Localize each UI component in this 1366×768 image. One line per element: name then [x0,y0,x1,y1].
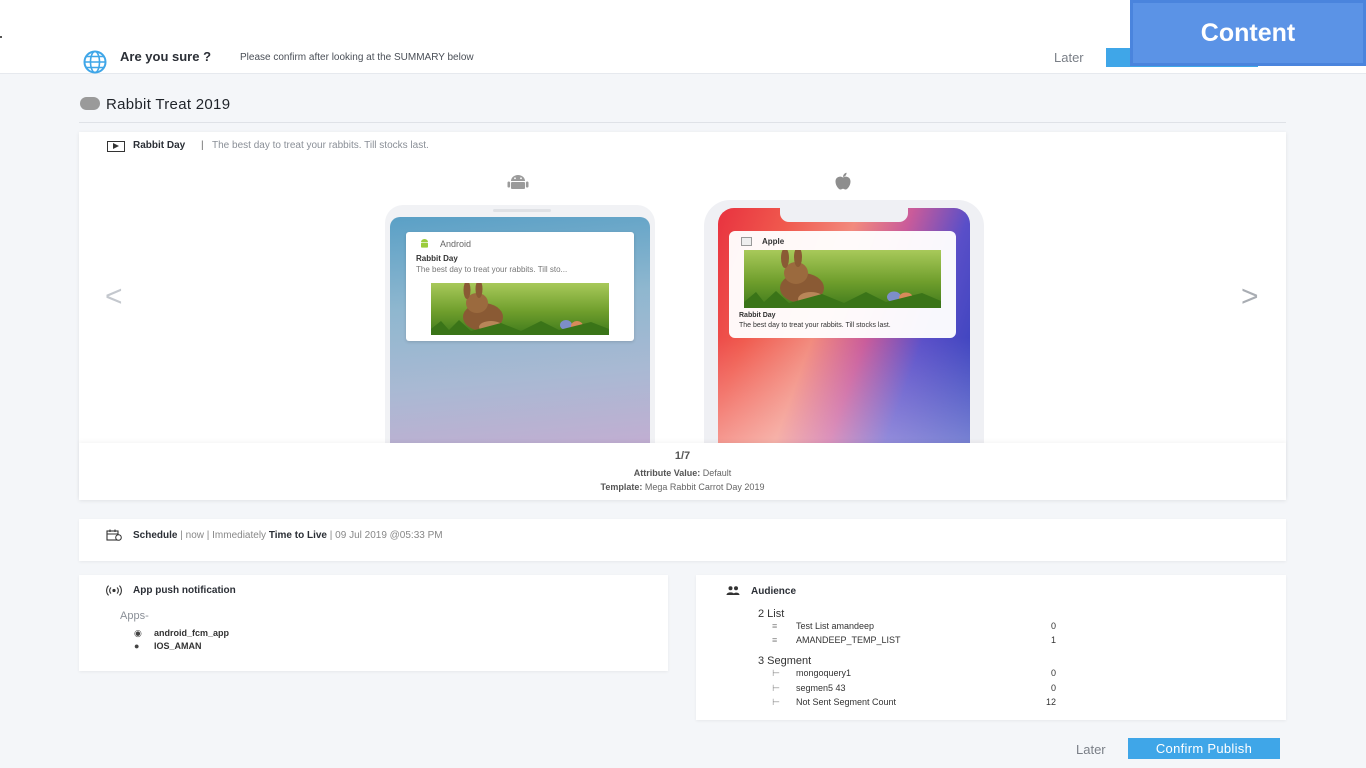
app-item: ◉ android_fcm_app [134,628,229,639]
rabbit-image [744,250,941,308]
ios-app-name: Apple [762,237,785,246]
android-icon: ◉ [134,628,142,638]
app-item: ● IOS_AMAN [134,641,202,651]
status-dot [80,97,100,110]
calendar-icon [106,529,122,541]
segment-name: Not Sent Segment Count [796,697,897,707]
next-arrow[interactable]: > [1241,280,1259,314]
segment-icon: ⊢ [772,683,780,693]
app-name: IOS_AMAN [154,641,202,651]
schedule-card: Schedule | now | Immediately Time to Liv… [79,519,1286,561]
campaign-title: Rabbit Treat 2019 [106,96,231,113]
later-link[interactable]: Later [1054,50,1084,65]
app-small-icon [741,237,752,246]
separator: | [180,530,183,541]
audience-card: Audience 2 List ≡ Test List amandeep 0 ≡… [696,575,1286,720]
android-notification: Android Rabbit Day The best day to treat… [406,232,634,341]
ttl-label: Time to Live [268,530,327,541]
android-icon [507,175,529,189]
divider [79,122,1286,123]
android-notif-body: The best day to treat your rabbits. Till… [416,265,568,274]
schedule-when: now | Immediately [185,530,267,541]
android-phone-preview: Android Rabbit Day The best day to treat… [385,205,655,443]
list-item: ≡ AMANDEEP_TEMP_LIST 1 [772,635,1056,647]
content-tag: Content [1130,0,1366,66]
ios-phone-preview: Apple Rabbit Day The best day to treat y… [704,200,984,443]
app-push-card: App push notification Apps- ◉ android_fcm… [79,575,668,671]
broadcast-icon [106,585,122,596]
apps-label: Apps- [120,610,149,622]
schedule-summary: Schedule | now | Immediately Time to Liv… [133,530,443,541]
audience-title: Audience [751,586,797,597]
app-name: android_fcm_app [154,628,230,638]
template-label: Template: [600,482,643,492]
list-name: Test List amandeep [796,621,875,631]
separator: | [201,140,204,151]
list-heading: 2 List [758,608,785,620]
list-count: 0 [1050,621,1056,631]
android-screen: Android Rabbit Day The best day to treat… [390,217,650,443]
page-count: 1/7 [674,450,691,462]
list-icon: ≡ [772,621,778,631]
apple-icon [835,172,851,190]
top-bar: Are you sure ? Please confirm after look… [0,0,1366,74]
android-small-icon [421,239,428,248]
template-value: Mega Rabbit Carrot Day 2019 [644,482,765,492]
confirm-title: Are you sure ? [120,49,212,64]
attribute-label: Attribute Value: [633,468,701,478]
apple-icon: ● [134,641,140,651]
segment-name: segmen5 43 [796,683,846,693]
schedule-label: Schedule [133,530,178,541]
segment-item: ⊢ segmen5 43 0 [772,683,1056,695]
phone-speaker [493,209,551,212]
attribute-value: Default [702,468,732,478]
later-link[interactable]: Later [1076,742,1106,757]
confirm-subtitle: Please confirm after looking at the SUMM… [240,52,474,63]
segment-icon: ⊢ [772,697,780,707]
segment-name: mongoquery1 [796,668,852,678]
list-name: AMANDEEP_TEMP_LIST [796,635,901,645]
ios-notification: Apple Rabbit Day The best day to treat y… [729,231,956,338]
message-title: Rabbit Day [133,140,186,151]
segment-count: 0 [1050,668,1056,678]
segment-heading: 3 Segment [758,655,812,667]
phone-notch [780,208,908,222]
edge-mark [0,36,2,38]
template-line: Template: Mega Rabbit Carrot Day 2019 [79,482,1286,492]
segment-count: 12 [1045,697,1056,707]
ttl-value: 09 Jul 2019 @05:33 PM [335,530,443,541]
segment-count: 0 [1050,683,1056,693]
segment-item: ⊢ Not Sent Segment Count 12 [772,697,1056,709]
preview-card: Rabbit Day | The best day to treat your … [79,132,1286,500]
globe-icon [83,50,107,74]
list-item: ≡ Test List amandeep 0 [772,621,1056,633]
preview-footer: 1/7 Attribute Value: Default Template: M… [79,443,1286,500]
android-app-name: Android [440,239,472,249]
previous-arrow[interactable]: < [105,280,123,314]
ios-notif-body: The best day to treat your rabbits. Till… [739,322,891,329]
ios-notif-title: Rabbit Day [739,312,776,319]
attribute-value-line: Attribute Value: Default [79,468,1286,478]
list-icon: ≡ [772,635,778,645]
message-body: The best day to treat your rabbits. Till… [212,140,429,151]
segment-icon: ⊢ [772,668,780,678]
android-notif-title: Rabbit Day [416,254,458,263]
confirm-publish-button[interactable]: Confirm Publish [1128,738,1280,759]
rabbit-image [431,283,609,335]
ios-screen: Apple Rabbit Day The best day to treat y… [718,208,970,443]
people-icon [726,586,740,595]
play-icon [107,141,125,152]
segment-item: ⊢ mongoquery1 0 [772,668,1056,680]
app-push-title: App push notification [133,585,236,596]
separator: | [329,530,333,541]
list-count: 1 [1050,635,1056,645]
